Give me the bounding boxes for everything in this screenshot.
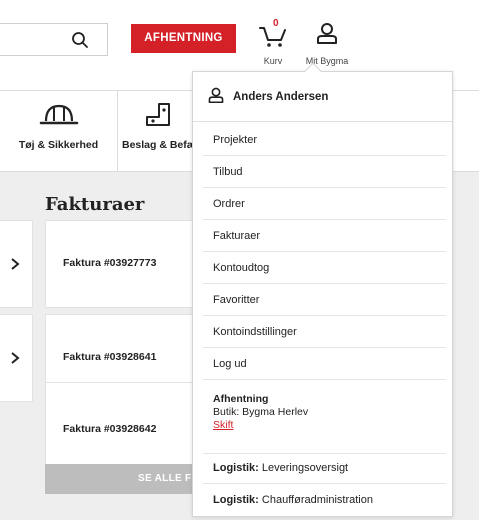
pickup-title: Afhentning <box>213 393 269 405</box>
change-store-link[interactable]: Skift <box>213 419 446 432</box>
pickup-info: Afhentning Butik: Bygma Herlev Skift <box>203 384 446 454</box>
invoice-card[interactable]: Faktura #03928642 <box>45 382 205 470</box>
menu-item-invoices[interactable]: Fakturaer <box>203 220 446 252</box>
cart-button[interactable]: 0 Kurv <box>256 18 290 68</box>
menu-item-driver-admin[interactable]: Logistik: Chaufføradministration <box>203 484 446 516</box>
menu-item-statements[interactable]: Kontoudtog <box>203 252 446 284</box>
left-card[interactable] <box>0 314 33 402</box>
logistics-label: Chaufføradministration <box>261 494 373 506</box>
page-title: Fakturaer <box>45 194 145 215</box>
invoice-card[interactable]: Faktura #03927773 <box>45 220 205 308</box>
menu-item-orders[interactable]: Ordrer <box>203 188 446 220</box>
logistics-prefix: Logistik: <box>213 462 259 474</box>
my-account-button[interactable]: Mit Bygma <box>298 18 356 68</box>
category-label: Tøj & Sikkerhed <box>18 139 99 151</box>
user-icon <box>317 23 337 44</box>
invoice-label: Faktura #03927773 <box>63 257 157 269</box>
logistics-label: Leveringsoversigt <box>261 462 349 474</box>
cart-label: Kurv <box>263 56 283 66</box>
pickup-store: Butik: Bygma Herlev <box>213 406 309 418</box>
chevron-right-icon[interactable] <box>10 257 20 271</box>
my-account-label: Mit Bygma <box>305 56 349 66</box>
category-item-clothing-safety[interactable]: Tøj & Sikkerhed <box>0 91 117 171</box>
pickup-button[interactable]: AFHENTNING <box>131 24 236 53</box>
menu-item-quotes[interactable]: Tilbud <box>203 156 446 188</box>
menu-item-delivery-overview[interactable]: Logistik: Leveringsoversigt <box>203 452 446 484</box>
hard-hat-icon <box>39 104 78 125</box>
menu-item-favorites[interactable]: Favoritter <box>203 284 446 316</box>
menu-item-projects[interactable]: Projekter <box>203 124 446 156</box>
chevron-right-icon[interactable] <box>10 351 20 365</box>
bracket-icon <box>146 103 170 126</box>
logistics-prefix: Logistik: <box>213 494 259 506</box>
search-icon[interactable] <box>71 31 89 49</box>
menu-item-logout[interactable]: Log ud <box>203 348 446 380</box>
site-header: AFHENTNING 0 Kurv Mit Bygma <box>0 0 479 75</box>
account-dropdown: Anders Andersen Projekter Tilbud Ordrer … <box>192 62 453 517</box>
category-item-fittings[interactable]: Beslag & Befæ <box>118 91 198 171</box>
search-input[interactable] <box>0 23 108 56</box>
dropdown-user-header: Anders Andersen <box>193 72 452 122</box>
menu-item-account-settings[interactable]: Kontoindstillinger <box>203 316 446 348</box>
left-column <box>0 220 33 490</box>
left-card[interactable] <box>0 220 33 308</box>
see-all-button[interactable]: SE ALLE F <box>45 464 205 494</box>
invoice-label: Faktura #03928641 <box>63 351 157 363</box>
invoice-label: Faktura #03928642 <box>63 423 157 435</box>
user-icon <box>208 87 224 103</box>
category-label: Beslag & Befæ <box>122 139 197 151</box>
cart-count-badge: 0 <box>273 18 279 29</box>
user-name: Anders Andersen <box>233 91 329 103</box>
